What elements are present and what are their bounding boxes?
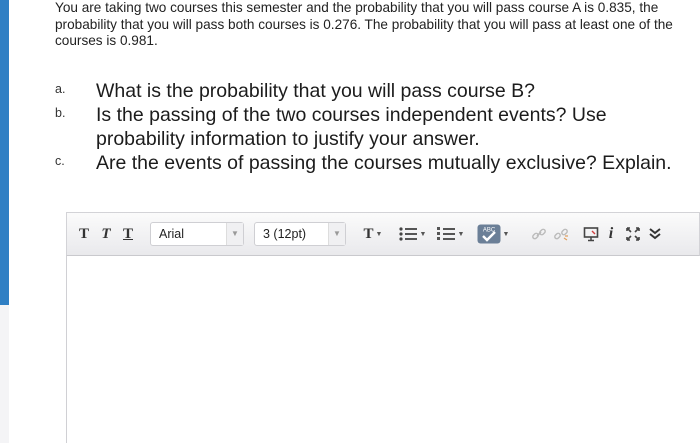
insert-media-button[interactable] bbox=[581, 213, 601, 255]
text-color-button[interactable]: T ▼ bbox=[357, 213, 389, 255]
link-icon bbox=[532, 228, 546, 240]
spellcheck-button[interactable]: ABC ▼ bbox=[473, 213, 513, 255]
chevron-down-icon: ▼ bbox=[226, 223, 243, 245]
double-chevron-down-icon bbox=[649, 228, 661, 240]
left-accent-bar bbox=[0, 0, 9, 305]
question-item-b: b. Is the passing of the two courses ind… bbox=[55, 103, 685, 151]
question-letter: b. bbox=[55, 106, 66, 120]
fullscreen-button[interactable] bbox=[623, 213, 643, 255]
dropdown-arrow-icon: ▼ bbox=[457, 230, 465, 238]
info-icon: i bbox=[608, 225, 614, 242]
bullet-list-button[interactable]: ▼ bbox=[395, 213, 429, 255]
underline-button[interactable]: T bbox=[119, 213, 137, 255]
text-color-icon: T bbox=[363, 225, 374, 242]
unlink-button[interactable] bbox=[551, 213, 571, 255]
question-letter: c. bbox=[55, 154, 65, 168]
question-text: What is the probability that you will pa… bbox=[96, 80, 535, 102]
font-family-value: Arial bbox=[159, 227, 185, 241]
answer-text-area[interactable] bbox=[66, 256, 700, 443]
insert-link-button[interactable] bbox=[529, 213, 549, 255]
dropdown-arrow-icon: ▼ bbox=[502, 230, 510, 238]
question-letter: a. bbox=[55, 82, 66, 96]
expand-icon bbox=[626, 227, 640, 241]
monitor-icon bbox=[583, 227, 599, 242]
underline-icon: T bbox=[122, 225, 133, 242]
question-list: a. What is the probability that you will… bbox=[55, 79, 685, 175]
font-size-value: 3 (12pt) bbox=[263, 227, 307, 241]
chevron-down-icon: ▼ bbox=[328, 223, 345, 245]
italic-button[interactable]: T bbox=[97, 213, 115, 255]
bold-icon: T bbox=[78, 225, 89, 242]
italic-icon: T bbox=[101, 225, 111, 242]
spellcheck-icon: ABC bbox=[477, 224, 501, 244]
font-size-select[interactable]: 3 (12pt) ▼ bbox=[254, 222, 346, 246]
numbered-list-icon bbox=[436, 227, 455, 240]
info-button[interactable]: i bbox=[603, 213, 619, 255]
dropdown-arrow-icon: ▼ bbox=[419, 230, 427, 238]
question-item-c: c. Are the events of passing the courses… bbox=[55, 151, 685, 175]
question-text: Is the passing of the two courses indepe… bbox=[96, 104, 607, 150]
font-family-select[interactable]: Arial ▼ bbox=[150, 222, 244, 246]
dropdown-arrow-icon: ▼ bbox=[375, 230, 383, 238]
bullet-list-icon bbox=[398, 227, 417, 241]
editor-toolbar: T T T Arial ▼ 3 (12pt) ▼ T ▼ ▼ ▼ ABC ▼ i bbox=[66, 212, 700, 256]
question-item-a: a. What is the probability that you will… bbox=[55, 79, 685, 103]
bold-button[interactable]: T bbox=[75, 213, 93, 255]
question-text: Are the events of passing the courses mu… bbox=[96, 152, 672, 174]
unlink-icon bbox=[554, 228, 568, 241]
question-intro: You are taking two courses this semester… bbox=[55, 0, 673, 48]
numbered-list-button[interactable]: ▼ bbox=[433, 213, 467, 255]
collapse-toolbar-button[interactable] bbox=[645, 213, 665, 255]
